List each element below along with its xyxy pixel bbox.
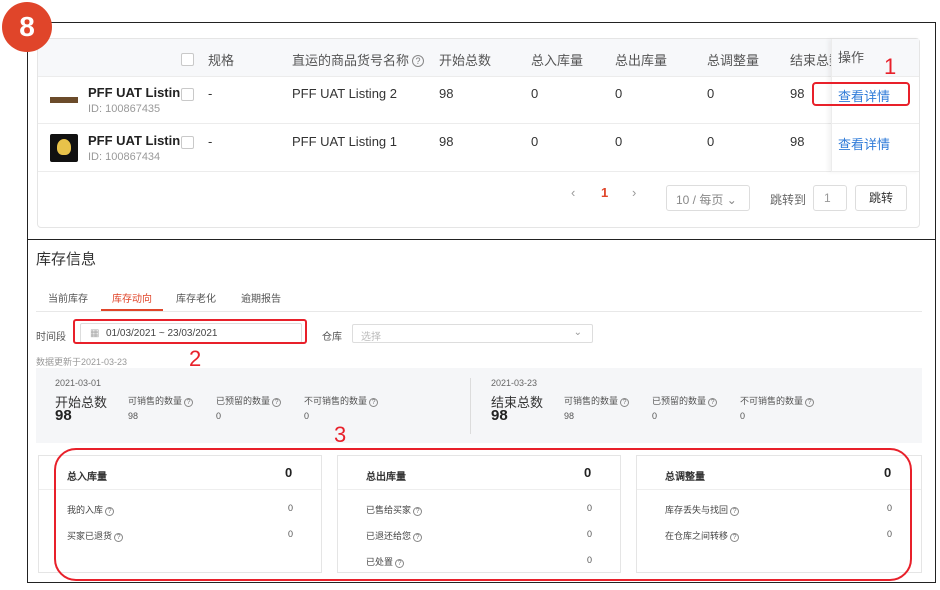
page-size-value: 10 / 每页 <box>676 193 724 207</box>
tab-inventory-movement[interactable]: 库存动向 <box>112 290 152 305</box>
tab-inventory-aging[interactable]: 库存老化 <box>176 290 216 305</box>
cell-total-adjust: 0 <box>707 86 715 101</box>
start-unsellable-label: 不可销售的数量? <box>304 394 379 407</box>
table-row: PFF UAT Listin... ID: 100867435 - PFF UA… <box>38 77 919 124</box>
help-icon[interactable]: ? <box>184 398 194 407</box>
annotation-box-1 <box>812 82 910 106</box>
start-sellable-value: 98 <box>128 411 139 421</box>
table-header: 规格 直运的商品货号名称? 开始总数 总入库量 总出库量 总调整量 结束总数 操… <box>38 39 919 77</box>
start-reserved-label-text: 已预留的数量 <box>216 396 271 406</box>
end-unsellable-label: 不可销售的数量? <box>740 394 815 407</box>
cell-total-in: 0 <box>531 134 539 149</box>
start-unsellable-value: 0 <box>304 411 310 421</box>
summary-divider <box>470 378 471 434</box>
cell-end-total: 98 <box>790 134 805 149</box>
active-tab-indicator <box>101 309 163 311</box>
chevron-down-icon: ⌄ <box>726 193 737 207</box>
cell-start-total: 98 <box>439 134 454 149</box>
data-updated-note: 数据更新于2021-03-23 <box>36 357 128 367</box>
warehouse-placeholder: 选择 <box>361 332 381 343</box>
cell-listing: PFF UAT Listing 2 <box>292 86 397 101</box>
help-icon[interactable]: ? <box>620 398 630 407</box>
section-title: 库存信息 <box>36 251 97 268</box>
tab-divider <box>36 311 922 312</box>
product-name[interactable]: PFF UAT Listin... <box>88 85 191 100</box>
end-unsellable-label-text: 不可销售的数量 <box>740 396 804 406</box>
start-date: 2021-03-01 <box>55 378 102 388</box>
end-reserved-label-text: 已预留的数量 <box>652 396 707 406</box>
annotation-number-1: 1 <box>884 54 897 79</box>
start-total-value: 98 <box>55 407 72 424</box>
warehouse-select[interactable]: 选择 ⌄ <box>352 324 593 343</box>
header-total-in: 总入库量 <box>531 53 584 68</box>
end-total-value: 98 <box>491 407 508 424</box>
annotation-number-3: 3 <box>334 422 347 447</box>
end-reserved-value: 0 <box>652 411 658 421</box>
product-info: PFF UAT Listin... ID: 100867435 <box>88 85 191 115</box>
annotation-box-3 <box>54 448 912 581</box>
stock-summary: 2021-03-01 开始总数 98 可销售的数量? 98 已预留的数量? 0 … <box>36 368 922 443</box>
period-label: 时间段 <box>36 332 66 343</box>
prev-page-button[interactable]: ‹ <box>571 185 575 200</box>
header-start-total: 开始总数 <box>439 53 492 68</box>
help-icon[interactable]: ? <box>805 398 815 407</box>
cell-end-total: 98 <box>790 86 805 101</box>
product-info: PFF UAT Listin... ID: 100867434 <box>88 133 191 163</box>
annotation-number-2: 2 <box>189 346 202 371</box>
start-reserved-label: 已预留的数量? <box>216 394 282 407</box>
page-size-select[interactable]: 10 / 每页 ⌄ <box>666 185 750 211</box>
header-total-out: 总出库量 <box>615 53 668 68</box>
start-unsellable-label-text: 不可销售的数量 <box>304 396 368 406</box>
cell-total-adjust: 0 <box>707 134 715 149</box>
cell-total-out: 0 <box>615 134 623 149</box>
product-id: ID: 100867434 <box>88 151 161 163</box>
start-sellable-label-text: 可销售的数量 <box>128 396 183 406</box>
jump-label: 跳转到 <box>770 193 807 207</box>
help-icon[interactable]: ? <box>708 398 718 407</box>
end-unsellable-value: 0 <box>740 411 746 421</box>
jump-page-input[interactable]: 1 <box>813 185 847 211</box>
end-date: 2021-03-23 <box>491 378 538 388</box>
cell-start-total: 98 <box>439 86 454 101</box>
next-page-button[interactable]: › <box>632 185 636 200</box>
help-icon[interactable]: ? <box>369 398 379 407</box>
row-checkbox[interactable] <box>181 136 194 149</box>
start-sellable-label: 可销售的数量? <box>128 394 194 407</box>
end-reserved-label: 已预留的数量? <box>652 394 718 407</box>
header-total-adjust: 总调整量 <box>707 53 760 68</box>
step-badge: 8 <box>2 2 52 52</box>
end-sellable-value: 98 <box>564 411 575 421</box>
header-listing-name-text: 直运的商品货号名称 <box>292 53 410 68</box>
header-listing-name: 直运的商品货号名称? <box>292 50 425 69</box>
product-thumbnail <box>50 134 78 162</box>
tab-current-inventory[interactable]: 当前库存 <box>48 290 88 305</box>
end-sellable-label-text: 可销售的数量 <box>564 396 619 406</box>
start-reserved-value: 0 <box>216 411 222 421</box>
jump-button[interactable]: 跳转 <box>855 185 907 211</box>
select-all-checkbox[interactable] <box>181 53 194 66</box>
cell-total-out: 0 <box>615 86 623 101</box>
chevron-down-icon: ⌄ <box>573 327 582 338</box>
help-icon[interactable]: ? <box>412 55 425 67</box>
header-end-total: 结束总数 <box>790 53 832 68</box>
inventory-table: 规格 直运的商品货号名称? 开始总数 总入库量 总出库量 总调整量 结束总数 操… <box>37 38 920 228</box>
end-sellable-label: 可销售的数量? <box>564 394 630 407</box>
product-id: ID: 100867435 <box>88 103 161 115</box>
row-checkbox[interactable] <box>181 88 194 101</box>
cell-listing: PFF UAT Listing 1 <box>292 134 397 149</box>
annotation-box-2 <box>73 319 307 344</box>
cell-total-in: 0 <box>531 86 539 101</box>
product-name[interactable]: PFF UAT Listin... <box>88 133 191 148</box>
warehouse-label: 仓库 <box>322 332 342 343</box>
help-icon[interactable]: ? <box>272 398 282 407</box>
product-thumbnail <box>50 86 78 114</box>
header-spec: 规格 <box>208 53 235 68</box>
cell-spec: - <box>208 86 213 101</box>
tab-overdue-report[interactable]: 逾期报告 <box>241 290 281 305</box>
cell-spec: - <box>208 134 213 149</box>
table-row: PFF UAT Listin... ID: 100867434 - PFF UA… <box>38 125 919 172</box>
page-1-button[interactable]: 1 <box>601 185 608 200</box>
